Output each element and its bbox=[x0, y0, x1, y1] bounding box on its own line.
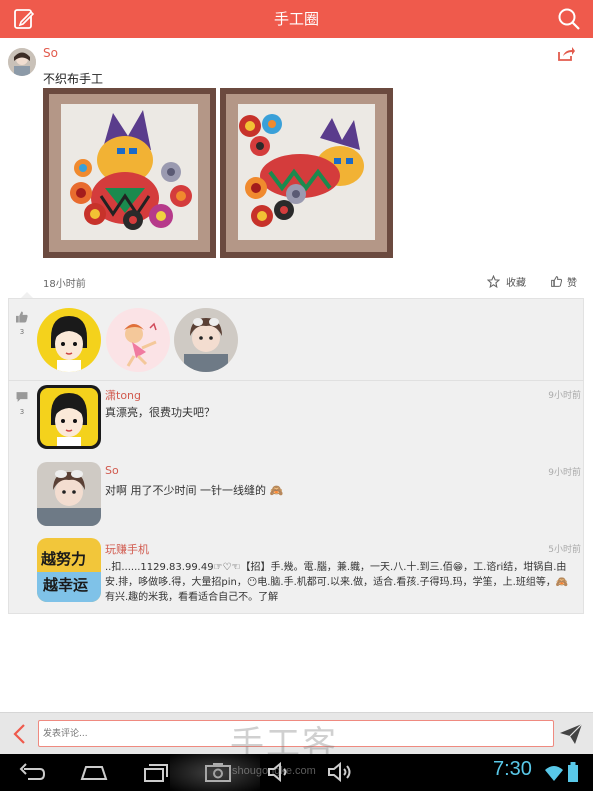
commenter-name[interactable]: 潇tong bbox=[105, 387, 141, 403]
wifi-icon bbox=[545, 766, 563, 781]
system-clock: 7:30 bbox=[493, 758, 532, 780]
commenter-avatar[interactable] bbox=[37, 385, 101, 449]
comment-time: 5小时前 bbox=[548, 545, 581, 555]
recent-apps-icon[interactable] bbox=[142, 761, 170, 783]
search-icon[interactable] bbox=[557, 7, 581, 31]
comment-time: 9小时前 bbox=[548, 468, 581, 478]
comment-icon bbox=[16, 392, 28, 402]
comment-text: 对啊 用了不少时间 一针一线缝的 🙈 bbox=[105, 484, 284, 497]
commenter-name[interactable]: 玩赚手机 bbox=[105, 541, 149, 557]
volume-up-icon[interactable] bbox=[326, 761, 354, 783]
star-icon bbox=[487, 275, 500, 288]
likes-indicator: 3 bbox=[15, 308, 29, 336]
favorite-label: 收藏 bbox=[506, 278, 526, 289]
liker-avatar[interactable] bbox=[106, 308, 170, 372]
thumbs-up-icon bbox=[551, 276, 563, 287]
commenter-avatar[interactable]: 越努力 越幸运 bbox=[37, 538, 101, 602]
share-icon[interactable] bbox=[557, 46, 575, 62]
comments-count: 3 bbox=[19, 408, 25, 416]
post-photo-1[interactable] bbox=[43, 88, 216, 258]
post-timestamp: 18小时前 bbox=[43, 279, 86, 290]
page-title: 手工圈 bbox=[273, 10, 319, 28]
liker-avatar[interactable] bbox=[37, 308, 101, 372]
svg-text:越努力: 越努力 bbox=[40, 550, 86, 568]
post-photo-2[interactable] bbox=[220, 88, 393, 258]
back-nav-icon[interactable] bbox=[18, 761, 46, 783]
send-icon[interactable] bbox=[559, 723, 583, 745]
likes-count: 3 bbox=[19, 328, 25, 336]
post-text: 不织布手工 bbox=[43, 72, 104, 86]
svg-text:越幸运: 越幸运 bbox=[42, 576, 88, 594]
comments-indicator: 3 bbox=[15, 388, 29, 416]
favorite-button[interactable]: 收藏 bbox=[487, 274, 526, 289]
back-icon[interactable] bbox=[12, 723, 26, 745]
commenter-avatar[interactable] bbox=[37, 462, 101, 526]
like-button[interactable]: 赞 bbox=[550, 274, 577, 289]
panel-divider bbox=[8, 380, 584, 381]
post-author-name[interactable]: So bbox=[43, 46, 58, 60]
battery-icon bbox=[568, 762, 578, 782]
app-header: 手工圈 bbox=[0, 0, 593, 38]
commenter-name[interactable]: So bbox=[105, 464, 119, 477]
post-author-avatar[interactable] bbox=[8, 48, 36, 76]
watermark-url: shougongke.com bbox=[232, 765, 316, 777]
comment-time: 9小时前 bbox=[548, 391, 581, 401]
comment-text: 真漂亮，很费功夫吧？ bbox=[105, 406, 215, 419]
thumbs-up-icon bbox=[16, 311, 28, 323]
liker-avatar[interactable] bbox=[174, 308, 238, 372]
comment-text: ..扣......1129.83.99.49☞♡☜【招】手.幾。電.腦，兼.軄，… bbox=[105, 562, 569, 603]
home-nav-icon[interactable] bbox=[80, 761, 108, 783]
like-label: 赞 bbox=[567, 278, 577, 289]
